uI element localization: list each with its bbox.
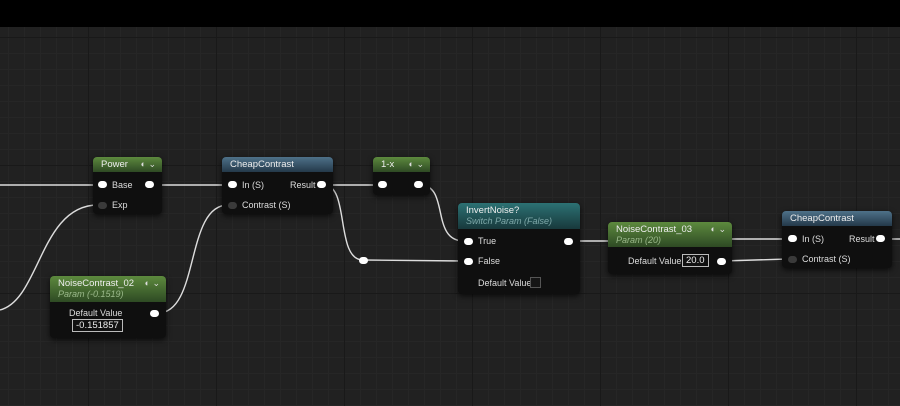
chevron-down-icon[interactable]: ⌄: [718, 224, 726, 234]
node-title: NoiseContrast_02: [58, 278, 135, 289]
pin-in[interactable]: [788, 235, 797, 242]
node-noisecontrast-02[interactable]: NoiseContrast_02 Param (-0.1519) ◐ ⌄ Defau…: [50, 276, 166, 338]
chevron-down-icon[interactable]: ⌄: [152, 278, 160, 288]
node-invertnoise-switch[interactable]: InvertNoise? Switch Param (False) True Fa…: [458, 203, 580, 294]
pin-input[interactable]: [378, 181, 387, 188]
pin-output[interactable]: [564, 238, 573, 245]
default-value-label: Default Value: [69, 308, 123, 318]
pin-label: Base: [112, 180, 133, 190]
node-title: InvertNoise?: [466, 205, 520, 216]
pin-label: Contrast (S): [802, 254, 851, 264]
node-subtitle: Switch Param (False): [466, 216, 553, 226]
pin-label: In (S): [242, 180, 265, 190]
pin-result[interactable]: [317, 181, 326, 188]
pin-label: False: [478, 256, 501, 266]
node-title: Power: [101, 159, 128, 170]
pin-label: Result: [290, 180, 316, 190]
preview-toggle-icon[interactable]: ◐: [141, 159, 146, 169]
default-value-input[interactable]: 20.0: [682, 254, 709, 267]
node-title: CheapContrast: [790, 213, 854, 224]
pin-label: Contrast (S): [242, 200, 291, 210]
pin-output[interactable]: [717, 258, 726, 265]
preview-toggle-icon[interactable]: ◐: [711, 224, 716, 234]
pin-label: Result: [849, 234, 875, 244]
default-value-label: Default Value: [628, 256, 682, 266]
pin-true[interactable]: [464, 238, 473, 245]
pin-exp[interactable]: [98, 202, 107, 209]
node-power[interactable]: Power ◐ ⌄ Base Exp: [93, 157, 162, 214]
node-cheapcontrast-2[interactable]: CheapContrast In (S) Result Contrast (S): [782, 211, 892, 268]
node-cheapcontrast-1[interactable]: CheapContrast In (S) Result Contrast (S): [222, 157, 333, 214]
node-subtitle: Param (-0.1519): [58, 289, 124, 299]
wire-reroute-to-false: [362, 259, 465, 262]
default-value-input[interactable]: -0.151857: [72, 319, 123, 332]
pin-label: True: [478, 236, 497, 246]
pin-contrast[interactable]: [788, 256, 797, 263]
pin-contrast[interactable]: [228, 202, 237, 209]
chevron-down-icon[interactable]: ⌄: [148, 159, 156, 169]
pin-output[interactable]: [414, 181, 423, 188]
node-title: CheapContrast: [230, 159, 294, 170]
preview-toggle-icon[interactable]: ◐: [145, 278, 150, 288]
default-value-label: Default Value: [478, 278, 532, 288]
pin-base[interactable]: [98, 181, 107, 188]
node-one-minus[interactable]: 1-x ◐ ⌄: [373, 157, 430, 195]
pin-result[interactable]: [876, 235, 885, 242]
node-subtitle: Param (20): [616, 235, 662, 245]
preview-toggle-icon[interactable]: ◐: [409, 159, 414, 169]
pin-label: Exp: [112, 200, 128, 210]
node-title: NoiseContrast_03: [616, 224, 693, 235]
wire-nc02-to-contrast: [157, 204, 229, 314]
pin-in[interactable]: [228, 181, 237, 188]
node-title: 1-x: [381, 159, 395, 170]
pin-label: In (S): [802, 234, 825, 244]
pin-output[interactable]: [145, 181, 154, 188]
pin-false[interactable]: [464, 258, 473, 265]
reroute-node[interactable]: [359, 257, 368, 264]
default-value-checkbox[interactable]: [530, 277, 541, 288]
node-noisecontrast-03[interactable]: NoiseContrast_03 Param (20) ◐ ⌄ Default Va…: [608, 222, 732, 274]
chevron-down-icon[interactable]: ⌄: [416, 159, 424, 169]
pin-output[interactable]: [150, 310, 159, 317]
